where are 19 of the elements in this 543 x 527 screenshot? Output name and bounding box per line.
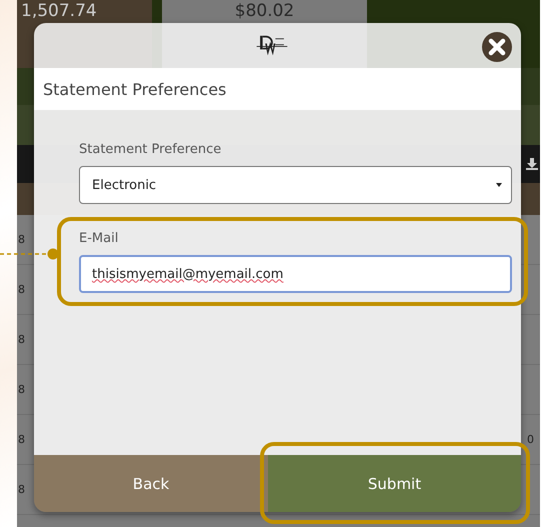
submit-button[interactable]: Submit — [268, 455, 521, 512]
balance-amount: $80.02 — [234, 0, 294, 21]
transaction-date: 8 — [17, 233, 26, 246]
field-label: E-Mail — [79, 231, 120, 246]
balance-amount: 1,507.74 — [21, 0, 97, 21]
transaction-date: 8 — [17, 483, 26, 496]
transaction-date: 8 — [17, 433, 26, 446]
close-icon — [482, 32, 512, 62]
back-button[interactable]: Back — [34, 455, 268, 512]
transaction-date: 8 — [17, 383, 26, 396]
transaction-amount: 0 — [527, 433, 534, 446]
dialog-title: Statement Preferences — [43, 80, 226, 98]
preference-dropdown[interactable]: Electronic — [79, 166, 512, 204]
field-label: Statement Preference — [79, 142, 222, 157]
email-field[interactable]: thisismyemail@myemail.com — [79, 255, 512, 293]
transaction-date: 8 — [17, 283, 26, 296]
download-icon[interactable] — [526, 158, 538, 170]
transaction-date: 8 — [17, 333, 26, 346]
close-button[interactable] — [482, 32, 512, 62]
